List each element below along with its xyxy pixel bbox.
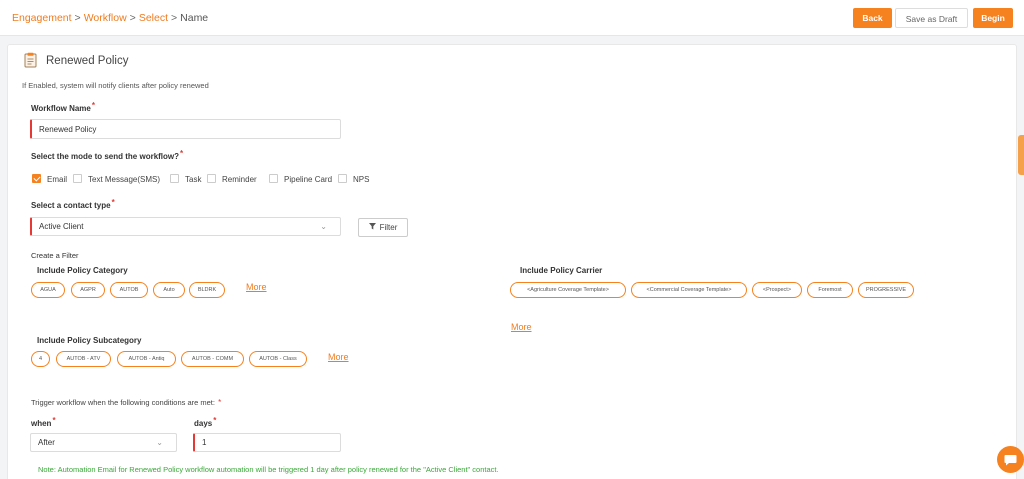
breadcrumb-separator: > bbox=[129, 12, 136, 24]
days-input[interactable]: 1 bbox=[193, 433, 341, 452]
policy-subcategory-label: Include Policy Subcategory bbox=[37, 336, 142, 345]
contact-type-value: Active Client bbox=[39, 222, 84, 231]
chevron-down-icon: ⌄ bbox=[320, 222, 327, 231]
workflow-name-label: Workflow Name* bbox=[31, 101, 95, 113]
when-select[interactable]: After ⌄ bbox=[30, 433, 177, 452]
policy-subcategory-chip[interactable]: AUTOB - Antiq bbox=[117, 351, 176, 367]
chat-bubble-icon[interactable] bbox=[997, 446, 1024, 473]
page-description: If Enabled, system will notify clients a… bbox=[22, 81, 209, 90]
policy-carrier-chip[interactable]: <Agriculture Coverage Template> bbox=[510, 282, 626, 298]
page-title: Renewed Policy bbox=[46, 55, 129, 67]
pipeline-card-checkbox-label: Pipeline Card bbox=[284, 175, 333, 184]
breadcrumb-separator: > bbox=[74, 12, 81, 24]
policy-category-chip[interactable]: AGUA bbox=[31, 282, 65, 298]
when-value: After bbox=[38, 438, 55, 447]
policy-subcategory-chip[interactable]: AUTOB - COMM bbox=[181, 351, 244, 367]
contact-type-select[interactable]: Active Client ⌄ bbox=[30, 217, 341, 236]
workflow-form-card bbox=[7, 44, 1017, 479]
trigger-label: Trigger workflow when the following cond… bbox=[31, 398, 222, 407]
policy-subcategory-chip[interactable]: AUTOB - Class bbox=[249, 351, 307, 367]
task-checkbox[interactable] bbox=[170, 174, 179, 183]
reminder-checkbox[interactable] bbox=[207, 174, 216, 183]
breadcrumb-workflow[interactable]: Workflow bbox=[84, 12, 127, 24]
policy-carrier-chip[interactable]: <Prospect> bbox=[752, 282, 802, 298]
pipeline-card-checkbox[interactable] bbox=[269, 174, 278, 183]
policy-category-chip[interactable]: Auto bbox=[153, 282, 185, 298]
policy-carrier-chip[interactable]: <Commercial Coverage Template> bbox=[631, 282, 747, 298]
create-filter-heading: Create a Filter bbox=[31, 251, 79, 260]
policy-category-chip[interactable]: AGPR bbox=[71, 282, 105, 298]
email-checkbox-label: Email bbox=[47, 175, 68, 184]
filter-button-label: Filter bbox=[379, 223, 398, 232]
breadcrumb: Engagement > Workflow > Select > Name bbox=[12, 12, 208, 24]
sms-checkbox-label: Text Message(SMS) bbox=[88, 175, 161, 184]
policy-carrier-chip[interactable]: Foremost bbox=[807, 282, 853, 298]
policy-category-more-link[interactable]: More bbox=[246, 282, 267, 292]
reminder-checkbox-label: Reminder bbox=[222, 175, 257, 184]
contact-type-label: Select a contact type* bbox=[31, 198, 115, 210]
policy-category-label: Include Policy Category bbox=[37, 266, 128, 275]
policy-carrier-label: Include Policy Carrier bbox=[520, 266, 603, 275]
days-label: days* bbox=[194, 416, 217, 428]
policy-subcategory-more-link[interactable]: More bbox=[328, 352, 349, 362]
breadcrumb-current: Name bbox=[180, 12, 209, 24]
funnel-icon bbox=[368, 223, 376, 232]
nps-checkbox-label: NPS bbox=[353, 175, 370, 184]
automation-note: Note: Automation Email for Renewed Polic… bbox=[38, 465, 499, 474]
back-button[interactable]: Back bbox=[853, 8, 892, 28]
policy-category-chip[interactable]: AUTOB bbox=[110, 282, 148, 298]
breadcrumb-select[interactable]: Select bbox=[139, 12, 168, 24]
top-bar: Engagement > Workflow > Select > Name Back Sav… bbox=[0, 0, 1024, 36]
mode-label: Select the mode to send the workflow?* bbox=[31, 149, 184, 161]
chevron-down-icon: ⌄ bbox=[156, 438, 163, 447]
filter-button[interactable]: Filter bbox=[358, 218, 408, 237]
breadcrumb-engagement[interactable]: Engagement bbox=[12, 12, 72, 24]
policy-subcategory-chip[interactable]: AUTOB - ATV bbox=[56, 351, 111, 367]
email-checkbox[interactable] bbox=[32, 174, 41, 183]
sms-checkbox[interactable] bbox=[73, 174, 82, 183]
save-as-draft-button[interactable]: Save as Draft bbox=[895, 8, 968, 28]
when-label: when* bbox=[31, 416, 56, 428]
task-checkbox-label: Task bbox=[185, 175, 202, 184]
policy-subcategory-chip[interactable]: 4 bbox=[31, 351, 50, 367]
document-icon bbox=[22, 52, 39, 69]
breadcrumb-separator: > bbox=[171, 12, 178, 24]
workflow-name-input[interactable]: Renewed Policy bbox=[30, 119, 341, 139]
policy-carrier-more-link[interactable]: More bbox=[511, 322, 532, 332]
side-panel-tab[interactable] bbox=[1018, 135, 1024, 175]
begin-button[interactable]: Begin bbox=[973, 8, 1013, 28]
policy-category-chip[interactable]: BLDRK bbox=[189, 282, 225, 298]
nps-checkbox[interactable] bbox=[338, 174, 347, 183]
policy-carrier-chip[interactable]: PROGRESSIVE bbox=[858, 282, 914, 298]
